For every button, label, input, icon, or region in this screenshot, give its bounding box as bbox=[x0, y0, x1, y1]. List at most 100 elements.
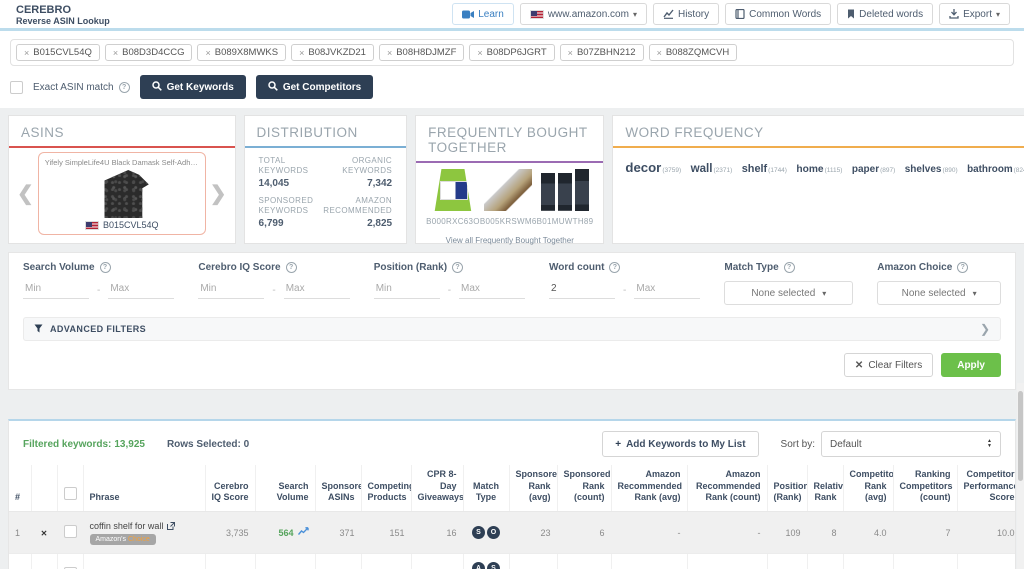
column-header-iq[interactable]: Cerebro IQ Score bbox=[205, 465, 255, 512]
asin-tags-box[interactable]: ×B015CVL54Q ×B08D3D4CCG×B089X8MWKS ×B08JVK… bbox=[10, 39, 1014, 66]
add-keywords-button[interactable]: + Add Keywords to My List bbox=[602, 431, 758, 457]
marketplace-selector[interactable]: www.amazon.com ▾ bbox=[520, 3, 647, 25]
fbt-item[interactable]: B005KRSWM6 bbox=[480, 169, 537, 226]
info-icon[interactable]: ? bbox=[784, 262, 795, 273]
clear-filters-button[interactable]: ✕ Clear Filters bbox=[844, 353, 933, 377]
amazon-choice-dropdown[interactable]: None selected▾ bbox=[877, 281, 1001, 305]
cell-ranking_comp: 7 bbox=[893, 554, 957, 569]
exact-asin-match-checkbox[interactable] bbox=[10, 81, 23, 94]
asin-tag[interactable]: ×B088ZQMCVH bbox=[649, 44, 738, 61]
scrollbar-thumb[interactable] bbox=[1018, 391, 1023, 481]
column-header-phrase[interactable]: Phrase bbox=[83, 465, 205, 512]
advanced-filters-bar[interactable]: ADVANCED FILTERS ❯ bbox=[23, 317, 1001, 341]
cell-sponsored_asins: 371 bbox=[315, 512, 361, 554]
apply-button[interactable]: Apply bbox=[941, 353, 1001, 377]
sort-select[interactable]: Default ▲▼ bbox=[821, 431, 1001, 457]
word-frequency-item[interactable]: paper(897) bbox=[852, 159, 900, 176]
info-icon[interactable]: ? bbox=[119, 82, 130, 93]
marketplace-label: www.amazon.com bbox=[548, 9, 629, 20]
fbt-item[interactable]: B000RXC63O bbox=[426, 169, 480, 226]
common-words-button[interactable]: Common Words bbox=[725, 3, 831, 25]
column-header-position[interactable]: Position (Rank) bbox=[767, 465, 807, 512]
info-icon[interactable]: ? bbox=[100, 262, 111, 273]
column-header-sp_rank_count[interactable]: Sponsored Rank (count) bbox=[557, 465, 611, 512]
search-volume-max-input[interactable] bbox=[108, 281, 174, 299]
word-count-max-input[interactable] bbox=[634, 281, 700, 299]
asin-tag[interactable]: ×B08D3D4CCG bbox=[105, 44, 193, 61]
remove-tag-icon[interactable]: × bbox=[205, 48, 210, 58]
page-scrollbar[interactable] bbox=[1017, 383, 1024, 569]
remove-tag-icon[interactable]: × bbox=[113, 48, 118, 58]
column-header-del[interactable] bbox=[31, 465, 57, 512]
column-header-cb[interactable] bbox=[57, 465, 83, 512]
remove-tag-icon[interactable]: × bbox=[568, 48, 573, 58]
phrase-link[interactable]: coffin shelf for wall bbox=[90, 521, 199, 531]
row-checkbox[interactable] bbox=[64, 525, 77, 538]
info-icon[interactable]: ? bbox=[286, 262, 297, 273]
info-icon[interactable]: ? bbox=[609, 262, 620, 273]
match-type-dropdown[interactable]: None selected▾ bbox=[724, 281, 853, 305]
asins-panel-title: ASINS bbox=[9, 116, 235, 146]
word-frequency-item[interactable]: shelf(1744) bbox=[742, 159, 792, 176]
word-count-min-input[interactable] bbox=[549, 281, 615, 299]
column-header-match[interactable]: Match Type bbox=[463, 465, 509, 512]
search-volume-min-input[interactable] bbox=[23, 281, 89, 299]
position-rank-min-input[interactable] bbox=[374, 281, 440, 299]
select-arrows-icon: ▲▼ bbox=[987, 439, 992, 450]
carousel-next-icon[interactable]: ❯ bbox=[206, 184, 231, 204]
asin-tag[interactable]: ×B08JVKZD21 bbox=[291, 44, 374, 61]
deleted-words-button[interactable]: Deleted words bbox=[837, 3, 933, 25]
column-header-sv[interactable]: Search Volume bbox=[255, 465, 315, 512]
column-header-num[interactable]: # bbox=[9, 465, 31, 512]
remove-tag-icon[interactable]: × bbox=[24, 48, 29, 58]
remove-tag-icon[interactable]: × bbox=[299, 48, 304, 58]
get-competitors-button[interactable]: Get Competitors bbox=[256, 75, 373, 99]
learn-button[interactable]: Learn bbox=[452, 3, 514, 25]
column-header-comp_rank_avg[interactable]: Competitor Rank (avg) bbox=[843, 465, 893, 512]
column-header-amz_rec_avg[interactable]: Amazon Recommended Rank (avg) bbox=[611, 465, 687, 512]
column-header-cpr[interactable]: CPR 8-Day Giveaways bbox=[411, 465, 463, 512]
word-frequency-item[interactable]: bathroom(824) bbox=[967, 159, 1024, 176]
column-header-competing[interactable]: Competing Products bbox=[361, 465, 411, 512]
column-header-sponsored_asins[interactable]: Sponsored ASINs bbox=[315, 465, 361, 512]
cell-amz_rec_count: 3 bbox=[687, 554, 767, 569]
info-icon[interactable]: ? bbox=[957, 262, 968, 273]
column-header-ranking_comp[interactable]: Ranking Competitors (count) bbox=[893, 465, 957, 512]
cerebro-iq-score-max-input[interactable] bbox=[284, 281, 350, 299]
word-frequency-item[interactable]: decor(3759) bbox=[625, 159, 685, 176]
asins-panel: ASINS ❮ Yifely SimpleLife4U Black Damask… bbox=[8, 115, 236, 244]
export-button[interactable]: Export ▾ bbox=[939, 3, 1010, 25]
position-rank-max-input[interactable] bbox=[459, 281, 525, 299]
fbt-item[interactable]: B01MUWTH89 bbox=[537, 169, 594, 226]
summary-panels: ASINS ❮ Yifely SimpleLife4U Black Damask… bbox=[8, 115, 1016, 244]
word-frequency-item[interactable]: shelves(890) bbox=[905, 159, 962, 176]
asin-tag[interactable]: ×B08H8DJMZF bbox=[379, 44, 464, 61]
carousel-prev-icon[interactable]: ❮ bbox=[13, 184, 38, 204]
match-type-badge-a: A bbox=[472, 562, 485, 569]
asin-tag[interactable]: ×B08DP6JGRT bbox=[469, 44, 554, 61]
asin-tag[interactable]: ×B015CVL54Q bbox=[16, 44, 100, 61]
info-icon[interactable]: ? bbox=[452, 262, 463, 273]
column-header-sp_rank_avg[interactable]: Sponsored Rank (avg) bbox=[509, 465, 557, 512]
column-header-perf[interactable]: Competitor Performance Score bbox=[957, 465, 1016, 512]
cell-num: 2 bbox=[9, 554, 31, 569]
remove-tag-icon[interactable]: × bbox=[657, 48, 662, 58]
asin-tag[interactable]: ×B07ZBHN212 bbox=[560, 44, 644, 61]
get-keywords-button[interactable]: Get Keywords bbox=[140, 75, 246, 99]
history-button[interactable]: History bbox=[653, 3, 719, 25]
column-header-relative[interactable]: Relative Rank bbox=[807, 465, 843, 512]
word-frequency-item[interactable]: wall(2371) bbox=[691, 159, 737, 176]
cell-sponsored_asins: 235 bbox=[315, 554, 361, 569]
asin-tag[interactable]: ×B089X8MWKS bbox=[197, 44, 286, 61]
top-bar: CEREBRO Reverse ASIN Lookup Learn www.am… bbox=[0, 0, 1024, 31]
remove-tag-icon[interactable]: × bbox=[387, 48, 392, 58]
asin-product-card[interactable]: Yifely SimpleLife4U Black Damask Self-Ad… bbox=[38, 152, 206, 235]
cell-sp_rank_count: 6 bbox=[557, 554, 611, 569]
remove-tag-icon[interactable]: × bbox=[477, 48, 482, 58]
word-frequency-item[interactable]: home(1115) bbox=[796, 159, 846, 176]
fbt-view-all-link[interactable]: View all Frequently Bought Together bbox=[416, 236, 603, 245]
cerebro-iq-score-min-input[interactable] bbox=[198, 281, 264, 299]
column-header-amz_rec_count[interactable]: Amazon Recommended Rank (count) bbox=[687, 465, 767, 512]
remove-keyword-button[interactable]: ✕ bbox=[41, 529, 48, 538]
select-all-checkbox[interactable] bbox=[64, 487, 77, 500]
